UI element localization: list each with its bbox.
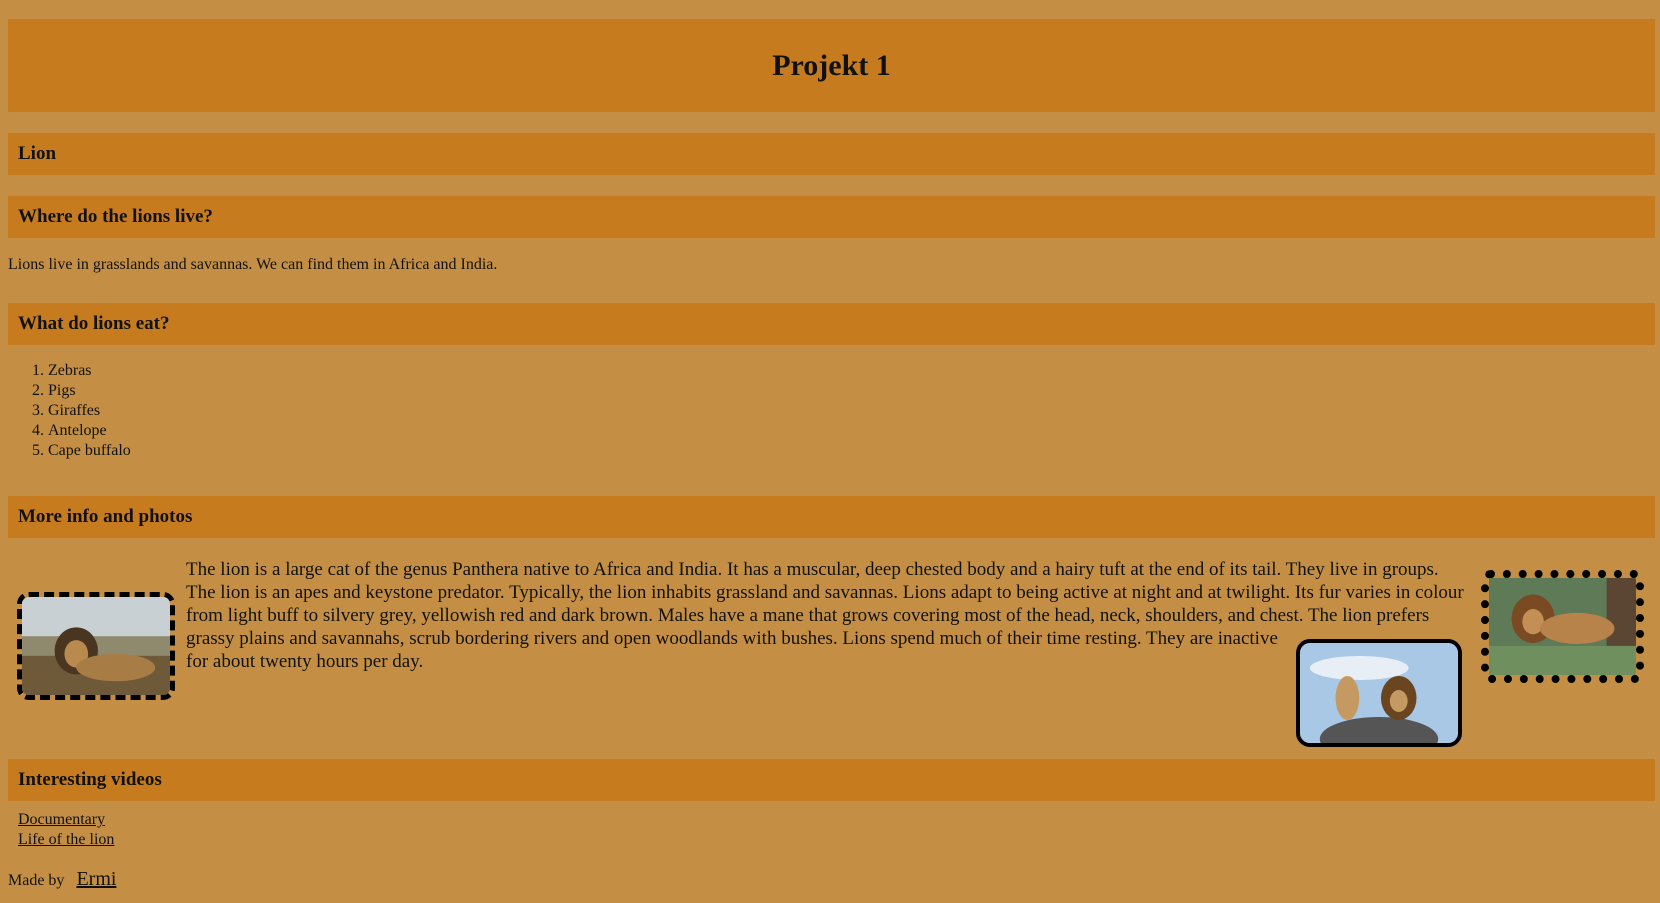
food-list: Zebras Pigs Giraffes Antelope Cape buffa… xyxy=(8,361,131,461)
section-title-where: Where do the lions live? xyxy=(18,206,213,227)
section-title-eat: What do lions eat? xyxy=(18,313,170,334)
list-item: Cape buffalo xyxy=(48,441,131,461)
header-bar: Projekt 1 xyxy=(8,19,1655,112)
lion-lying-photo xyxy=(17,592,175,700)
list-item: Pigs xyxy=(48,381,131,401)
footer: Made by Ermi xyxy=(8,868,116,891)
section-bar-more: More info and photos xyxy=(8,496,1655,538)
list-item: Giraffes xyxy=(48,401,131,421)
section-title-lion: Lion xyxy=(18,143,57,164)
author-link[interactable]: Ermi xyxy=(76,868,116,890)
lion-walking-photo xyxy=(1481,570,1644,683)
list-item: Zebras xyxy=(48,361,131,381)
video-links: Documentary Life of the lion xyxy=(18,810,114,850)
section-bar-where: Where do the lions live? xyxy=(8,196,1655,238)
life-of-the-lion-link[interactable]: Life of the lion xyxy=(18,830,114,850)
section-bar-videos: Interesting videos xyxy=(8,759,1655,801)
lions-on-rock-photo xyxy=(1296,639,1462,747)
section-title-more: More info and photos xyxy=(18,506,193,527)
more-info-paragraph: The lion is a large cat of the genus Pan… xyxy=(8,558,1468,745)
section-bar-eat: What do lions eat? xyxy=(8,303,1655,345)
section-bar-lion: Lion xyxy=(8,133,1655,175)
list-item: Antelope xyxy=(48,421,131,441)
documentary-link[interactable]: Documentary xyxy=(18,810,114,830)
page-title: Projekt 1 xyxy=(772,49,891,82)
more-info-text: The lion is a large cat of the genus Pan… xyxy=(186,559,1464,672)
made-by-label: Made by xyxy=(8,872,65,889)
where-text: Lions live in grasslands and savannas. W… xyxy=(8,256,498,273)
section-title-videos: Interesting videos xyxy=(18,769,162,790)
